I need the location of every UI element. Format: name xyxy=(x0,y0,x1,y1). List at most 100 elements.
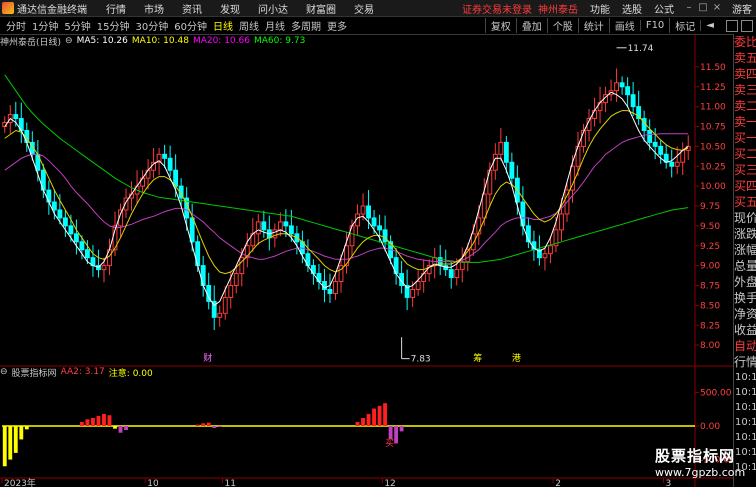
gongshi-button[interactable]: 公式 xyxy=(654,1,674,16)
collapse-arrow-icon[interactable]: ◄ xyxy=(700,20,719,31)
watermark: 股票指标网 www.7gpzb.com xyxy=(655,446,745,486)
indicator-bar xyxy=(217,426,222,427)
indicator-bar xyxy=(19,426,24,440)
candle-body xyxy=(79,241,85,251)
tab-monthly[interactable]: 月线 xyxy=(265,18,285,33)
candle-body xyxy=(509,161,515,179)
price-axis-label: 11.00 xyxy=(700,103,726,113)
date-axis-label: 2 xyxy=(555,479,561,487)
candle-body xyxy=(277,221,283,231)
stock-period-label: 神州泰岳(日线) xyxy=(0,37,62,48)
tab-multi-period[interactable]: 多周期 xyxy=(291,18,321,33)
tab-5min[interactable]: 5分钟 xyxy=(64,18,90,33)
candle-body xyxy=(222,296,228,314)
side-eps: 收益 xyxy=(734,323,756,337)
tick-time: 10:1 xyxy=(735,432,756,443)
price-axis-label: 10.00 xyxy=(700,182,726,192)
candle-body xyxy=(481,193,487,219)
candle-body xyxy=(630,94,636,108)
tongji-button[interactable]: 统计 xyxy=(577,18,609,33)
price-axis-label: 10.75 xyxy=(700,123,726,133)
indicator-bar xyxy=(394,426,399,444)
tab-more[interactable]: 更多 xyxy=(327,18,347,33)
side-hangqing[interactable]: 行情 xyxy=(734,354,756,370)
collapse-circle-icon[interactable]: ⊖ xyxy=(65,36,73,46)
menu-faxian[interactable]: 发现 xyxy=(220,1,240,16)
maximize-icon[interactable]: □ xyxy=(696,1,710,15)
restore-pane-icon[interactable] xyxy=(726,19,738,32)
menu-shichang[interactable]: 市场 xyxy=(144,1,164,16)
menu-caifuquan[interactable]: 财富圈 xyxy=(306,1,336,16)
indicator-bar xyxy=(13,426,18,453)
ma60-value: MA60: 9.73 xyxy=(253,36,306,46)
tab-15min[interactable]: 15分钟 xyxy=(97,18,130,33)
candle-body xyxy=(625,86,631,96)
candle-body xyxy=(503,141,509,163)
side-buy2: 买二 xyxy=(734,147,756,161)
date-axis-label: 2023年 xyxy=(4,477,36,487)
indicator-bar xyxy=(79,421,84,426)
menu-jiaoyi[interactable]: 交易 xyxy=(354,1,374,16)
f10-button[interactable]: F10 xyxy=(639,20,669,31)
tab-fenshi[interactable]: 分时 xyxy=(6,18,26,33)
side-outer: 外盘 xyxy=(734,275,756,289)
tab-1min[interactable]: 1分钟 xyxy=(32,18,58,33)
indicator-name: 股票指标网 xyxy=(11,368,57,379)
candle-body xyxy=(283,221,289,227)
gongneng-button[interactable]: 功能 xyxy=(590,1,610,16)
price-axis-label: 8.25 xyxy=(700,321,720,331)
diejia-button[interactable]: 叠加 xyxy=(515,18,547,33)
candle-body xyxy=(448,269,454,279)
menu-zixun[interactable]: 资讯 xyxy=(182,1,202,16)
candle-body xyxy=(454,269,460,279)
date-axis-label: 12 xyxy=(384,479,395,487)
candle-body xyxy=(73,233,79,243)
side-buy3: 买三 xyxy=(734,163,756,177)
tick-time: 10:1 xyxy=(735,402,756,413)
indicator-bar xyxy=(2,426,7,467)
trade-login-alert[interactable]: 证券交易未登录 xyxy=(462,1,532,16)
candle-body xyxy=(85,249,90,259)
close-icon[interactable]: × xyxy=(710,1,724,15)
candle-body xyxy=(167,157,173,171)
side-volume: 总量 xyxy=(734,259,756,273)
candle-body xyxy=(62,217,68,227)
quote-sidebar: 委比 卖五 卖四 卖三 卖二 卖一 买一 买二 买三 买四 买五 现价 涨跌 涨… xyxy=(733,34,756,487)
side-sell5: 卖五 xyxy=(734,51,756,65)
candle-body xyxy=(366,205,371,219)
user-label[interactable]: 游客 xyxy=(732,1,752,16)
candle-body xyxy=(173,169,179,187)
gegu-button[interactable]: 个股 xyxy=(546,18,578,33)
candle-body xyxy=(592,110,597,120)
xuangu-button[interactable]: 选股 xyxy=(622,1,642,16)
side-buy1: 买一 xyxy=(734,131,756,145)
candle-body xyxy=(327,288,333,294)
price-axis-label: 8.00 xyxy=(700,341,720,351)
biaoji-button[interactable]: 标记 xyxy=(669,18,700,33)
side-sell2: 卖二 xyxy=(734,99,756,113)
tab-60min[interactable]: 60分钟 xyxy=(174,18,207,33)
indicator-legend: ⊖ 股票指标网 AA2: 3.17 注意: 0.00 xyxy=(0,366,157,379)
kline-chart[interactable]: 11.50 11.25 11.00 10.75 10.50 10.25 10.00 9.75 9… xyxy=(0,35,733,487)
minimize-icon[interactable]: – xyxy=(682,1,696,15)
fuquan-button[interactable]: 复权 xyxy=(484,18,516,33)
indicator-bar xyxy=(91,417,95,426)
event-marker-chou: 筹 xyxy=(473,352,482,364)
price-axis-label: 9.00 xyxy=(700,262,720,272)
date-axis-label: 11 xyxy=(224,479,235,487)
tab-daily[interactable]: 日线 xyxy=(213,18,233,33)
indicator-bar xyxy=(377,405,382,426)
layout-pane-icon[interactable] xyxy=(741,19,753,32)
side-auto[interactable]: 自动 xyxy=(734,338,756,354)
candle-body xyxy=(68,225,74,235)
indicator-bar xyxy=(85,419,90,426)
side-change: 涨跌 xyxy=(734,227,756,241)
huaxian-button[interactable]: 画线 xyxy=(608,18,640,33)
candle-body xyxy=(371,217,377,227)
tab-30min[interactable]: 30分钟 xyxy=(135,18,168,33)
menu-wenxiaoda[interactable]: 问小达 xyxy=(258,1,288,16)
candle-body xyxy=(46,189,52,203)
menu-hangqing[interactable]: 行情 xyxy=(106,1,126,16)
indicator-circle-icon[interactable]: ⊖ xyxy=(0,367,8,377)
tab-weekly[interactable]: 周线 xyxy=(239,18,259,33)
